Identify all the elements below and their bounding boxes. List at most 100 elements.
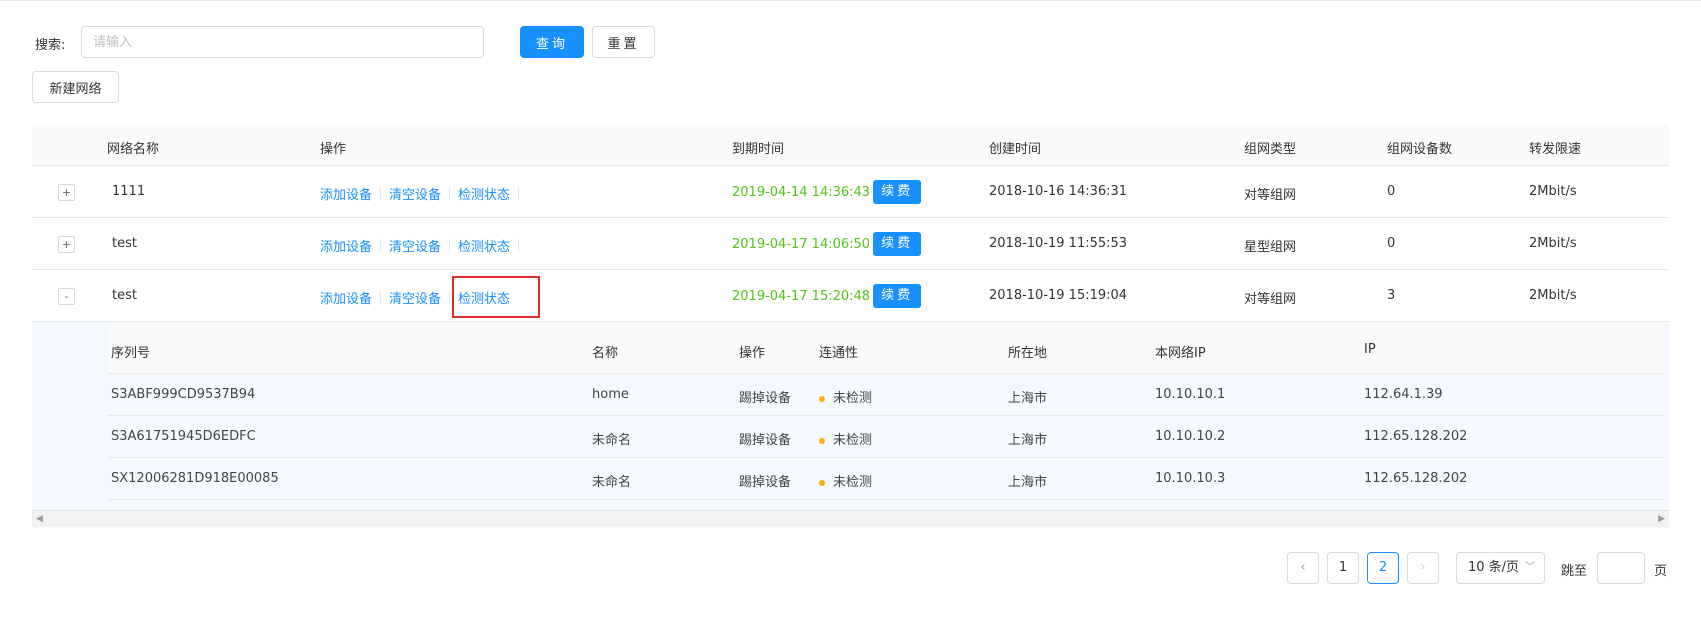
speed-limit: 2Mbit/s — [1529, 288, 1577, 303]
table-row: + test 添加设备 清空设备 检测状态 2019-04-17 14:06:5… — [32, 218, 1669, 270]
device-location: 上海市 — [1008, 475, 1048, 490]
expand-icon[interactable]: + — [58, 184, 75, 201]
divider — [449, 291, 451, 304]
scroll-right-icon[interactable]: ▶ — [1658, 514, 1665, 524]
reset-button[interactable]: 重置 — [592, 26, 655, 58]
search-input[interactable] — [81, 26, 484, 58]
next-page-button[interactable]: › — [1407, 552, 1439, 584]
header-speed: 转发限速 — [1529, 142, 1582, 157]
renew-button[interactable]: 续费 — [873, 232, 922, 256]
header-network-name: 网络名称 — [107, 142, 160, 157]
header-connectivity: 连通性 — [819, 346, 859, 361]
renew-button[interactable]: 续费 — [873, 284, 922, 308]
header-expire: 到期时间 — [732, 142, 785, 157]
device-row: S3A61751945D6EDFC 未命名 踢掉设备 未检测 上海市 10.10… — [108, 416, 1664, 458]
header-device-count: 组网设备数 — [1387, 142, 1453, 157]
device-row: S3ABF999CD9537B94 home 踢掉设备 未检测 上海市 10.1… — [108, 374, 1664, 416]
expand-icon[interactable]: + — [58, 236, 75, 253]
check-status-link[interactable]: 检测状态 — [458, 236, 510, 255]
expire-time: 2019-04-17 14:06:50 — [732, 236, 871, 252]
created-time: 2018-10-19 11:55:53 — [989, 236, 1128, 251]
network-name: test — [112, 236, 137, 251]
network-type: 对等组网 — [1244, 292, 1297, 307]
row-ops: 添加设备 清空设备 检测状态 — [320, 236, 527, 255]
expire-cell: 2019-04-17 15:20:48 续费 — [732, 284, 922, 308]
header-ops: 操作 — [320, 142, 347, 157]
clear-device-link[interactable]: 清空设备 — [389, 288, 441, 307]
header-ip: IP — [1364, 342, 1376, 357]
header-device-name: 名称 — [592, 346, 619, 361]
collapse-icon[interactable]: - — [58, 288, 75, 305]
connectivity-cell: 未检测 — [819, 429, 872, 448]
header-serial: 序列号 — [111, 346, 151, 361]
divider — [380, 239, 382, 252]
device-count: 0 — [1387, 184, 1396, 199]
page-2-button[interactable]: 2 — [1367, 552, 1399, 584]
horizontal-scrollbar[interactable]: ◀ ▶ — [32, 510, 1669, 527]
device-serial: S3ABF999CD9537B94 — [111, 387, 256, 402]
header-location: 所在地 — [1008, 346, 1048, 361]
divider — [518, 239, 520, 252]
kick-device-link[interactable]: 踢掉设备 — [739, 387, 791, 406]
divider — [380, 291, 382, 304]
query-button[interactable]: 查询 — [520, 26, 584, 58]
expire-cell: 2019-04-17 14:06:50 续费 — [732, 232, 922, 256]
chevron-down-icon: ﹀ — [1525, 562, 1535, 573]
page-size-value: 10 条/页 — [1468, 560, 1520, 575]
clear-device-link[interactable]: 清空设备 — [389, 184, 441, 203]
kick-device-link[interactable]: 踢掉设备 — [739, 471, 791, 490]
status-dot-icon — [819, 437, 825, 444]
connectivity-status: 未检测 — [833, 433, 873, 448]
add-device-link[interactable]: 添加设备 — [320, 184, 372, 203]
check-status-link[interactable]: 检测状态 — [458, 288, 510, 307]
renew-button[interactable]: 续费 — [873, 180, 922, 204]
row-ops: 添加设备 清空设备 检测状态 — [320, 184, 527, 203]
device-ip: 112.65.128.202 — [1364, 471, 1468, 486]
page-suffix: 页 — [1654, 564, 1668, 579]
network-table-header: 网络名称 操作 到期时间 创建时间 组网类型 组网设备数 转发限速 — [32, 124, 1669, 166]
divider — [518, 187, 520, 200]
add-device-link[interactable]: 添加设备 — [320, 236, 372, 255]
clear-device-link[interactable]: 清空设备 — [389, 236, 441, 255]
network-name: test — [112, 288, 137, 303]
top-divider — [0, 0, 1701, 1]
device-count: 3 — [1387, 288, 1396, 303]
scroll-left-icon[interactable]: ◀ — [36, 514, 43, 524]
header-device-ops: 操作 — [739, 346, 766, 361]
expire-time: 2019-04-17 15:20:48 — [732, 288, 871, 304]
speed-limit: 2Mbit/s — [1529, 236, 1577, 251]
page-size-select[interactable]: 10 条/页 ﹀ — [1456, 552, 1545, 584]
new-network-button[interactable]: 新建网络 — [32, 71, 119, 103]
device-location: 上海市 — [1008, 433, 1048, 448]
network-type: 星型组网 — [1244, 240, 1297, 255]
add-device-link[interactable]: 添加设备 — [320, 288, 372, 307]
device-name: 未命名 — [592, 433, 632, 448]
device-local-ip: 10.10.10.3 — [1155, 471, 1226, 486]
search-label: 搜索: — [35, 38, 66, 53]
created-time: 2018-10-19 15:19:04 — [989, 288, 1128, 303]
status-dot-icon — [819, 479, 825, 486]
expire-time: 2019-04-14 14:36:43 — [732, 184, 871, 200]
header-created: 创建时间 — [989, 142, 1042, 157]
row-ops: 添加设备 清空设备 检测状态 — [320, 288, 510, 307]
prev-page-button[interactable]: ‹ — [1287, 552, 1319, 584]
network-type: 对等组网 — [1244, 188, 1297, 203]
network-name: 1111 — [112, 184, 146, 199]
connectivity-cell: 未检测 — [819, 471, 872, 490]
device-location: 上海市 — [1008, 391, 1048, 406]
speed-limit: 2Mbit/s — [1529, 184, 1577, 199]
header-local-ip: 本网络IP — [1155, 346, 1206, 361]
jump-page-input[interactable] — [1597, 552, 1645, 584]
page-1-button[interactable]: 1 — [1327, 552, 1359, 584]
connectivity-status: 未检测 — [833, 475, 873, 490]
check-status-link[interactable]: 检测状态 — [458, 184, 510, 203]
table-row: + 1111 添加设备 清空设备 检测状态 2019-04-14 14:36:4… — [32, 166, 1669, 218]
device-row: SX12006281D918E00085 未命名 踢掉设备 未检测 上海市 10… — [108, 458, 1664, 500]
kick-device-link[interactable]: 踢掉设备 — [739, 429, 791, 448]
created-time: 2018-10-16 14:36:31 — [989, 184, 1128, 199]
connectivity-cell: 未检测 — [819, 387, 872, 406]
divider — [449, 187, 451, 200]
device-local-ip: 10.10.10.2 — [1155, 429, 1226, 444]
connectivity-status: 未检测 — [833, 391, 873, 406]
device-ip: 112.64.1.39 — [1364, 387, 1443, 402]
